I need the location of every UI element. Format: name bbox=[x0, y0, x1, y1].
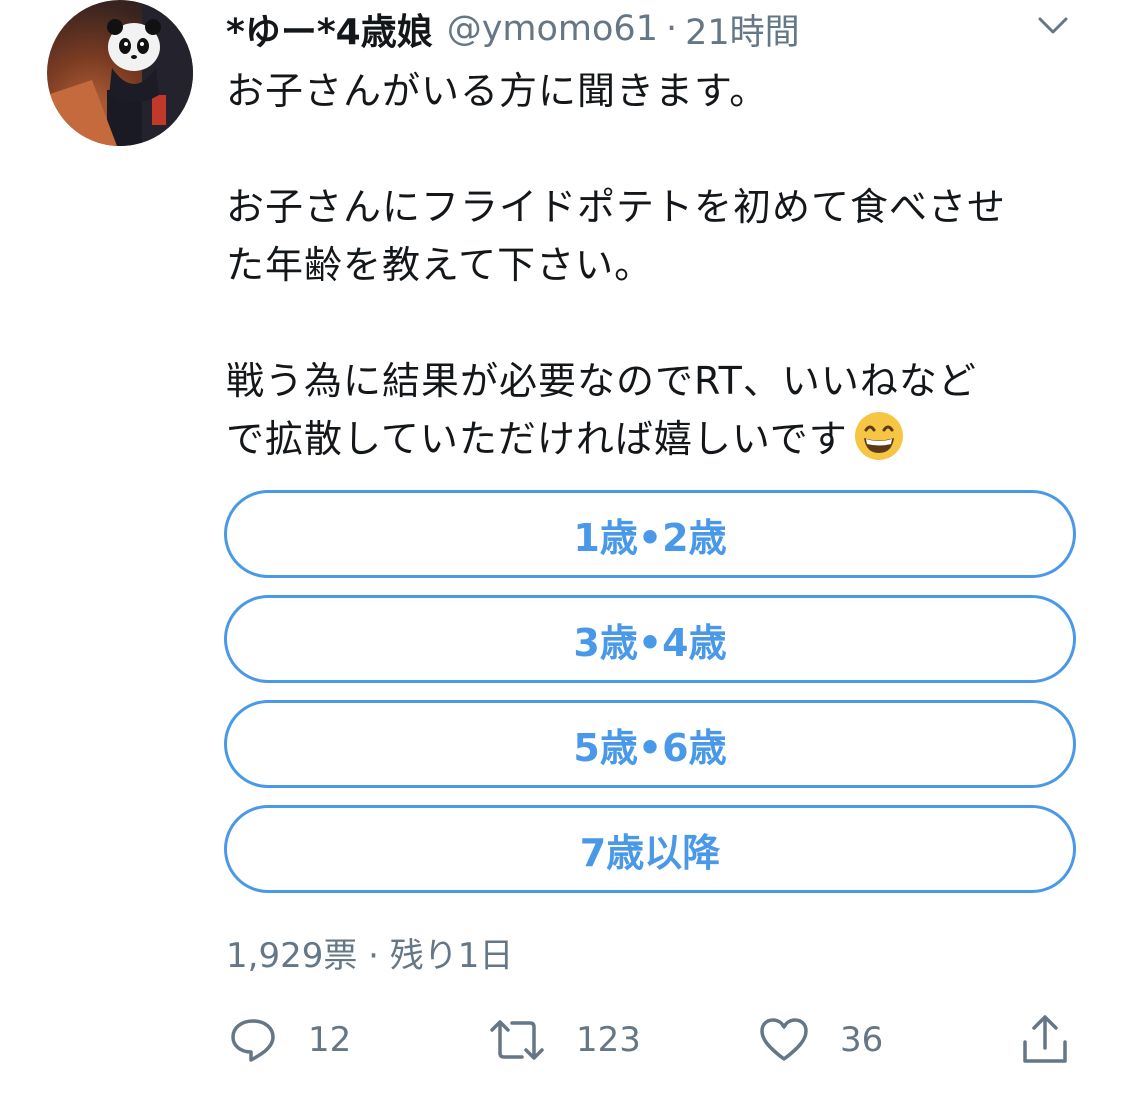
tweet-body: お子さんがいる方に聞きます。 お子さんにフライドポテトを初めて食べさせ た年齢を… bbox=[226, 62, 1086, 468]
retweet-count: 123 bbox=[576, 1020, 641, 1060]
poll-option-3[interactable]: 5歳•6歳 bbox=[224, 700, 1076, 788]
tweet-line-5-text: で拡散していただければ嬉しいです bbox=[226, 417, 848, 461]
avatar[interactable] bbox=[47, 0, 193, 146]
more-options-caret-icon[interactable] bbox=[1036, 14, 1070, 38]
display-name[interactable]: *ゆー*4歳娘 bbox=[226, 3, 433, 55]
like-count: 36 bbox=[840, 1020, 884, 1060]
tweet-line-1: お子さんがいる方に聞きます。 bbox=[226, 69, 769, 113]
grinning-face-emoji-icon bbox=[854, 411, 904, 461]
reply-icon bbox=[231, 1019, 275, 1062]
retweet-icon bbox=[490, 1020, 544, 1060]
tweet-header: *ゆー*4歳娘 @ymomo61 · 21時間 bbox=[226, 4, 800, 54]
action-bar: 12 123 36 bbox=[226, 1010, 1086, 1070]
tweet-line-2: お子さんにフライドポテトを初めて食べさせ bbox=[226, 185, 1007, 229]
reply-count: 12 bbox=[308, 1020, 352, 1060]
panda-avatar-icon bbox=[47, 0, 193, 146]
poll: 1歳•2歳 3歳•4歳 5歳•6歳 7歳以降 bbox=[224, 490, 1076, 910]
timestamp[interactable]: 21時間 bbox=[685, 4, 800, 55]
share-icon bbox=[1023, 1015, 1067, 1063]
like-button[interactable]: 36 bbox=[758, 1010, 883, 1070]
poll-option-2[interactable]: 3歳•4歳 bbox=[224, 595, 1076, 683]
tweet-line-3: た年齢を教えて下さい。 bbox=[226, 243, 654, 287]
heart-icon bbox=[760, 1018, 808, 1061]
tweet-line-5: で拡散していただければ嬉しいです bbox=[226, 410, 1086, 468]
poll-option-4[interactable]: 7歳以降 bbox=[224, 805, 1076, 893]
user-handle[interactable]: @ymomo61 bbox=[447, 9, 658, 49]
reply-button[interactable]: 12 bbox=[228, 1010, 351, 1070]
tweet-line-4: 戦う為に結果が必要なのでRT、いいねなど bbox=[226, 359, 977, 403]
poll-meta: 1,929票 · 残り1日 bbox=[226, 936, 514, 976]
poll-option-1[interactable]: 1歳•2歳 bbox=[224, 490, 1076, 578]
retweet-button[interactable]: 123 bbox=[488, 1010, 641, 1070]
share-button[interactable] bbox=[1020, 1010, 1070, 1070]
separator-dot: · bbox=[665, 9, 678, 49]
